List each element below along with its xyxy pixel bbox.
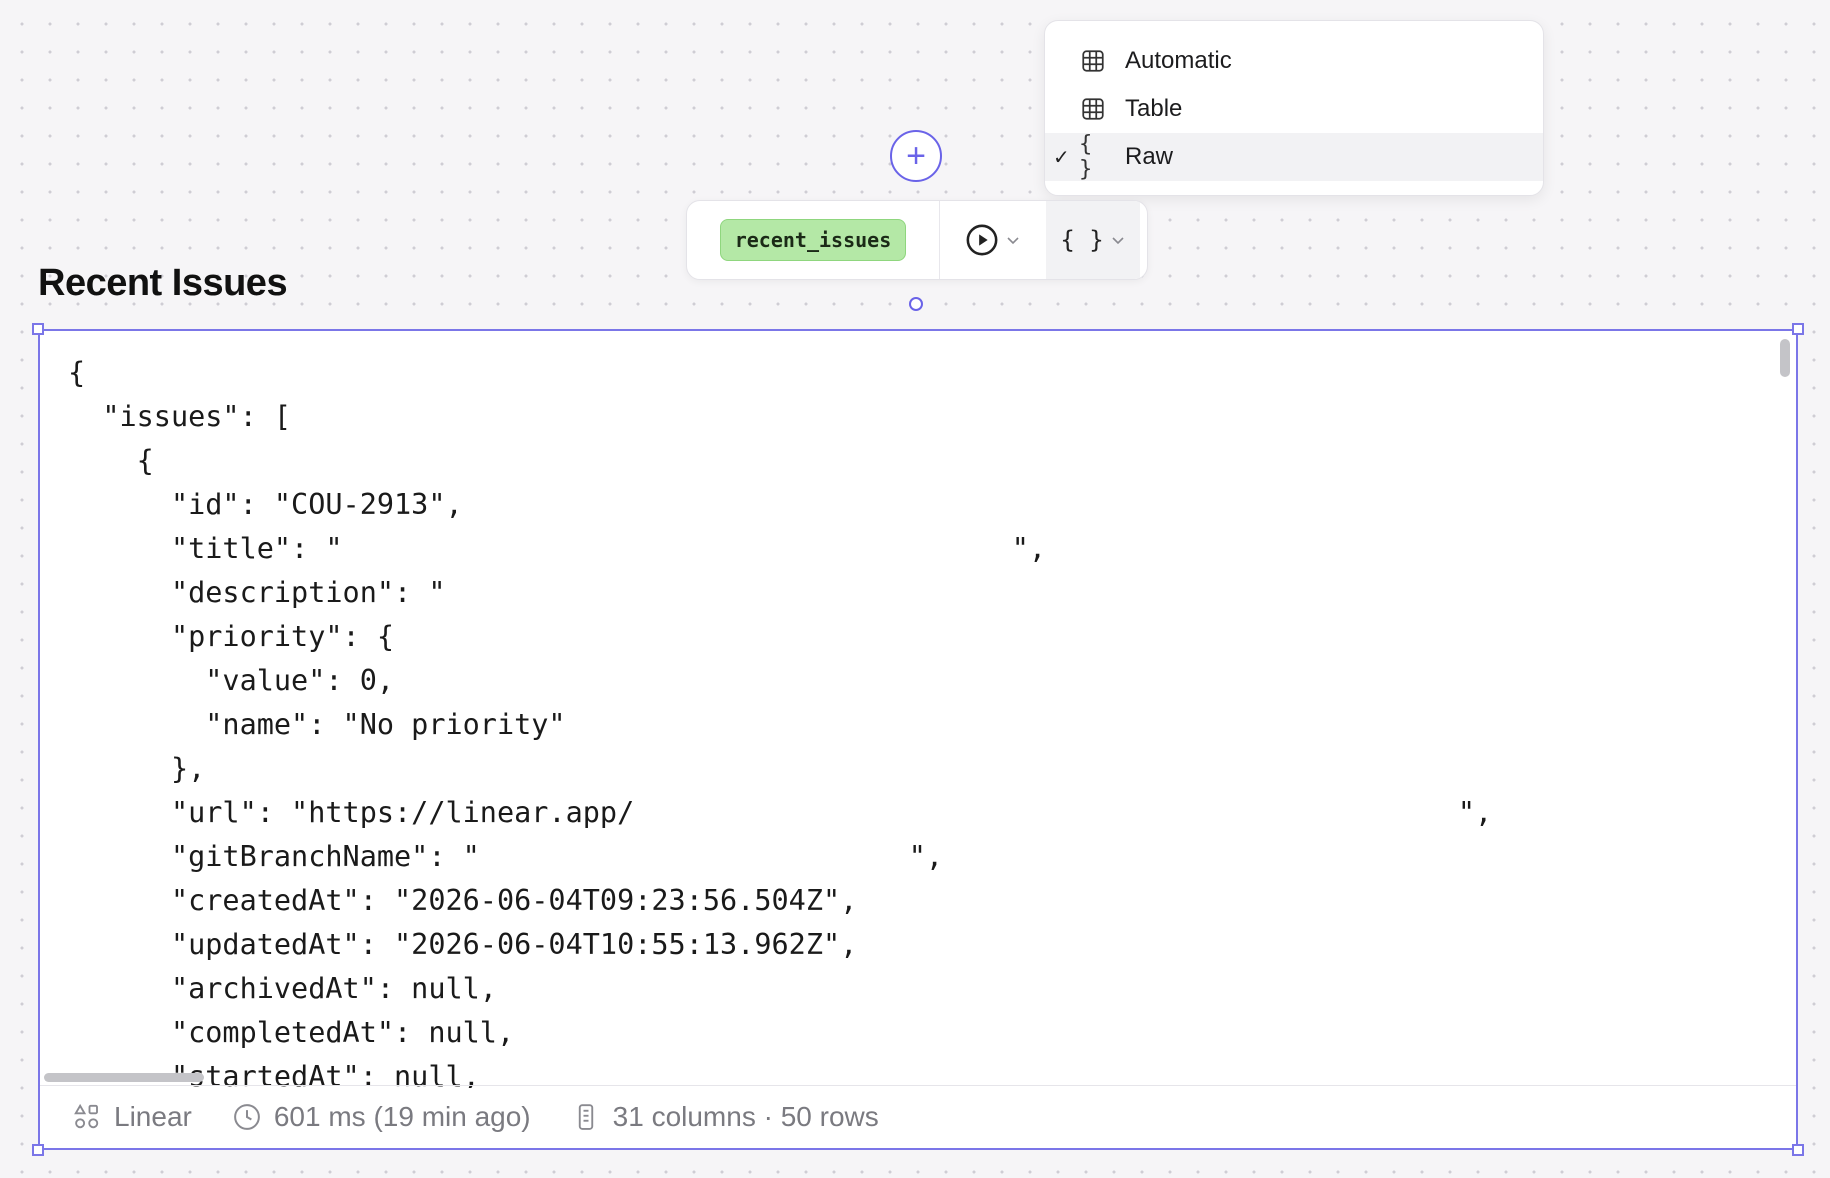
menu-item-table[interactable]: Table [1045,85,1543,133]
menu-item-automatic[interactable]: Automatic [1045,37,1543,85]
code-line: "title": " ", [68,532,1047,565]
raw-json-output: { "issues": [ { "id": "COU-2913", "title… [68,351,1492,1088]
code-line: "startedAt": null, [68,1060,480,1088]
result-panel: { "issues": [ { "id": "COU-2913", "title… [32,323,1804,1156]
menu-item-label: Table [1125,95,1183,122]
code-line: "url": "https://linear.app/ ", [68,796,1493,829]
query-name-cell: recent_issues [687,201,940,279]
output-format-button[interactable]: { } [1046,201,1140,279]
code-line: "name": "No priority" [68,708,566,741]
query-name-chip[interactable]: recent_issues [719,219,907,261]
menu-item-label: Automatic [1125,47,1232,74]
shape-info: 31 columns · 50 rows [571,1101,879,1133]
add-block-button[interactable]: + [890,130,942,182]
code-line: "id": "COU-2913", [68,488,463,521]
code-line: "updatedAt": "2026-06-04T10:55:13.962Z", [68,928,858,961]
grid-icon [1079,95,1107,123]
code-line: { [68,444,154,477]
braces-icon: { } [1079,132,1093,182]
query-toolbar: recent_issues { } [686,200,1148,280]
block-title: Recent Issues [38,262,288,304]
chevron-down-icon [1112,237,1124,245]
code-line: "gitBranchName": " ", [68,840,944,873]
source-info: Linear [72,1101,192,1133]
raw-output-area[interactable]: { "issues": [ { "id": "COU-2913", "title… [40,331,1796,1088]
code-line: "completedAt": null, [68,1016,515,1049]
code-line: "createdAt": "2026-06-04T09:23:56.504Z", [68,884,858,917]
menu-item-raw[interactable]: ✓ { } Raw [1045,132,1543,182]
query-timing: 601 ms (19 min ago) [273,1101,531,1132]
code-line: "priority": { [68,620,395,653]
chevron-down-icon [1007,237,1019,245]
resize-handle-top-right[interactable] [1792,323,1804,335]
shapes-icon [74,1103,99,1129]
checkmark-icon: ✓ [1053,146,1070,169]
code-line: }, [68,752,206,785]
table-shape-icon [578,1104,593,1130]
format-menu: Automatic Table ✓ { } Raw [1044,20,1544,196]
resize-handle-bottom-right[interactable] [1792,1144,1804,1156]
play-circle-icon [966,224,998,256]
result-shape: 31 columns · 50 rows [612,1101,879,1132]
resize-handle-bottom-left[interactable] [32,1144,44,1156]
run-query-button[interactable] [940,201,1046,279]
code-line: "value": 0, [68,664,395,697]
grid-icon [1079,47,1107,75]
code-line: { [68,356,86,389]
braces-icon: { } [1060,226,1104,254]
result-footer: Linear 601 ms (19 min ago) 31 columns · … [40,1085,1796,1148]
menu-item-label: Raw [1125,143,1174,170]
plus-icon: + [906,137,926,175]
vertical-scrollbar[interactable] [1780,339,1790,377]
timing-info: 601 ms (19 min ago) [232,1101,531,1133]
connector-handle[interactable] [909,297,923,311]
code-line: "issues": [ [68,400,292,433]
code-line: "archivedAt": null, [68,972,497,1005]
horizontal-scrollbar[interactable] [44,1073,204,1082]
source-name: Linear [114,1101,192,1132]
code-line: "description": " [68,576,446,609]
resize-handle-top-left[interactable] [32,323,44,335]
clock-icon [233,1104,260,1130]
